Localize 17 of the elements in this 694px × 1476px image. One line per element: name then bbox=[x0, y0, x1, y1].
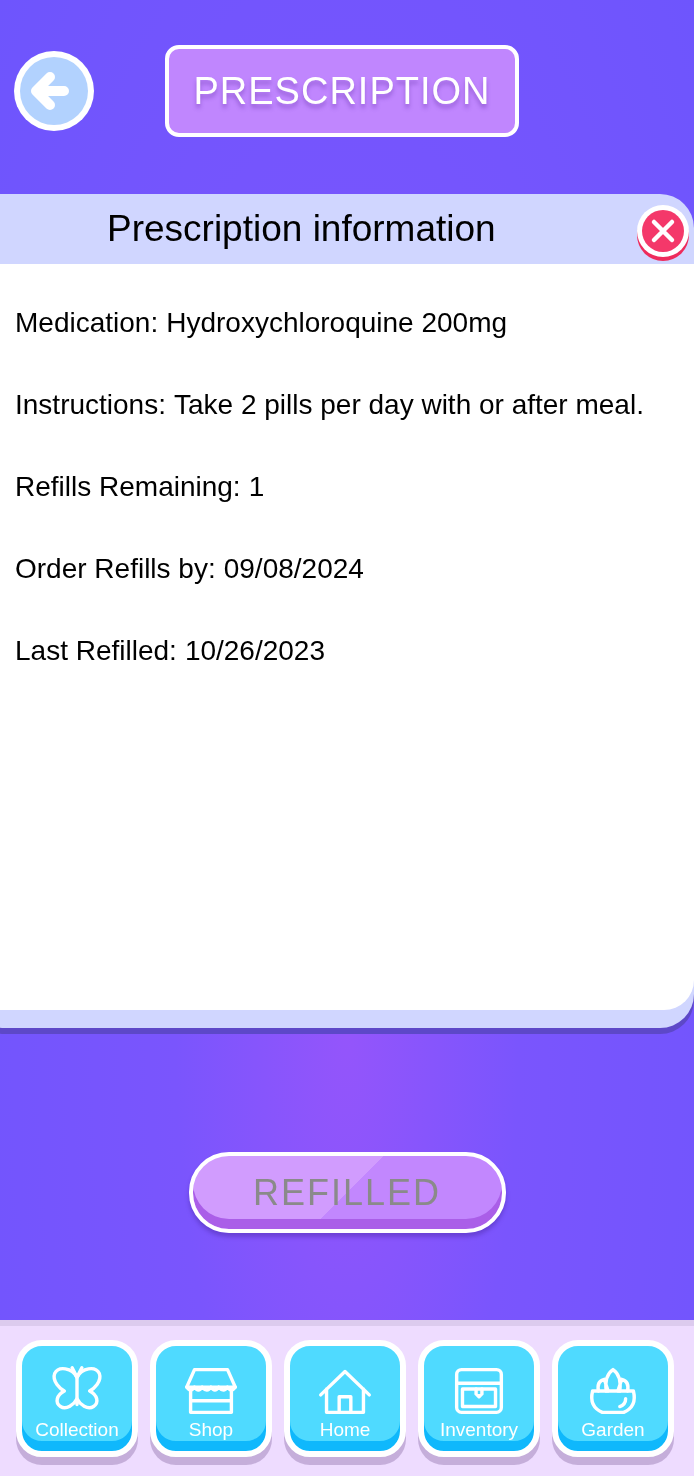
field-value: 10/26/2023 bbox=[184, 634, 326, 668]
field-label: Instructions: bbox=[15, 388, 166, 422]
nav-tab[interactable]: Home bbox=[284, 1340, 406, 1457]
nav-tab[interactable]: Collection bbox=[16, 1340, 138, 1457]
close-button[interactable] bbox=[636, 204, 690, 262]
nav-tab[interactable]: Shop bbox=[150, 1340, 272, 1457]
nav-tab[interactable]: Inventory bbox=[418, 1340, 540, 1457]
field-label: Medication: bbox=[15, 306, 159, 340]
field-value: Take 2 pills per day with or after meal. bbox=[173, 388, 645, 422]
field-value: Hydroxychloroquine 200mg bbox=[166, 306, 509, 340]
nav-tab[interactable]: Garden bbox=[552, 1340, 674, 1457]
card-title: Prescription information bbox=[107, 208, 496, 250]
field-label: Refills Remaining: bbox=[15, 470, 241, 504]
field-label: Order Refills by: bbox=[15, 552, 216, 586]
field-label: Last Refilled: bbox=[15, 634, 177, 668]
field-value: 1 bbox=[248, 470, 266, 504]
field-value: 09/08/2024 bbox=[223, 552, 365, 586]
